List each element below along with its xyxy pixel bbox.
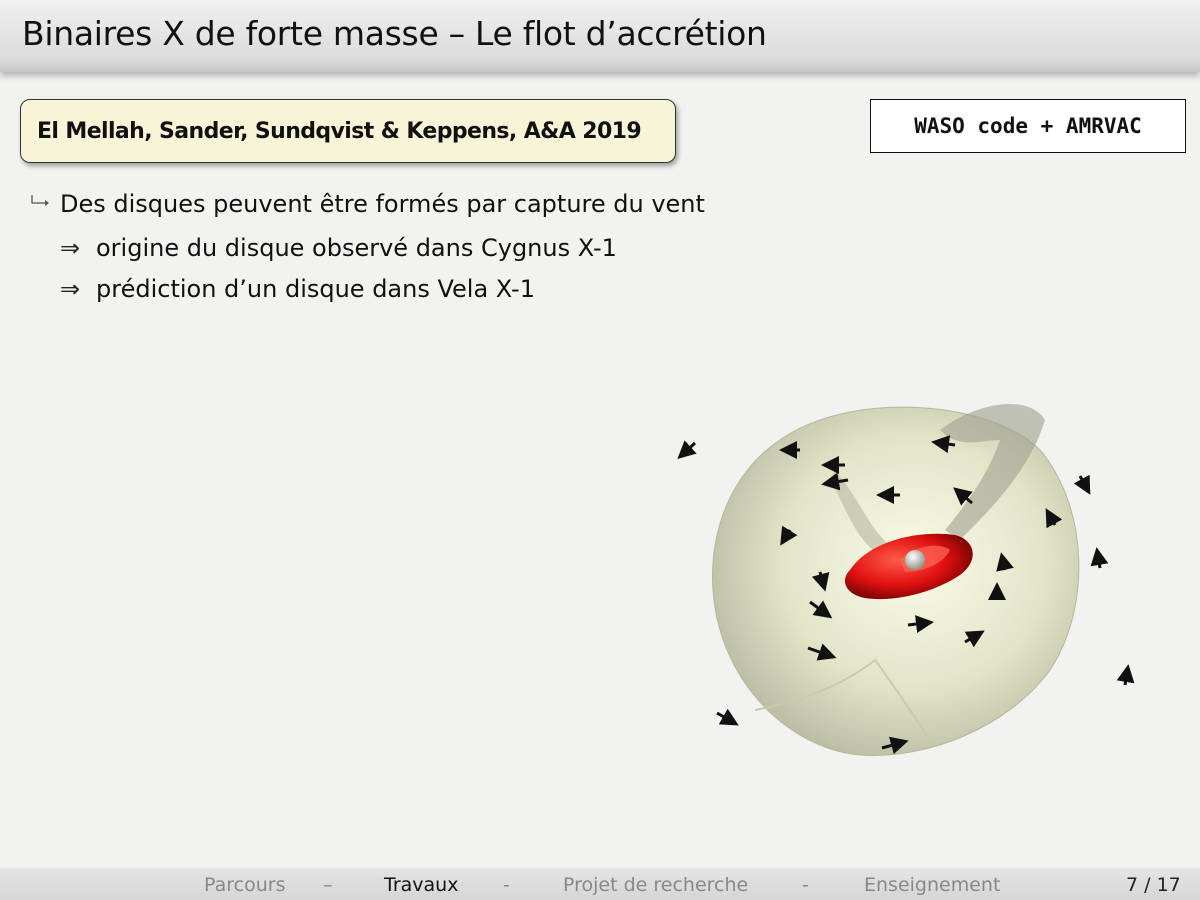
bullet-main-prefix: Des	[60, 190, 114, 218]
code-label-box: WASO code + AMRVAC	[870, 99, 1186, 153]
compact-object	[905, 550, 925, 570]
sub-bullet-1-text: origine du disque observé dans Cygnus X-…	[96, 234, 617, 262]
page-number: 7 / 17	[1126, 874, 1181, 896]
code-label: WASO code + AMRVAC	[914, 114, 1142, 138]
nav-parcours[interactable]: Parcours	[204, 874, 285, 896]
slide-title-bar: Binaires X de forte masse – Le flot d’ac…	[0, 0, 1200, 72]
reference-lead-author: El Mellah	[37, 118, 145, 144]
slide-title: Binaires X de forte masse – Le flot d’ac…	[22, 14, 767, 53]
bullet-main: Des disques peuvent être formés par capt…	[60, 190, 705, 218]
nav-travaux[interactable]: Travaux	[384, 874, 458, 896]
sub-bullet-2: ⇒ prédiction d’un disque dans Vela X-1	[60, 275, 535, 303]
sub-bullet-1: ⇒ origine du disque observé dans Cygnus X…	[60, 234, 617, 262]
nav-separator: –	[323, 874, 333, 896]
nav-enseignement[interactable]: Enseignement	[864, 874, 1000, 896]
sub-bullet-2-text: prédiction d’un disque dans Vela X-1	[96, 275, 535, 303]
accretion-flow-render	[677, 403, 1135, 756]
bullet-main-strong: disques peuvent être formés par capture …	[113, 190, 705, 218]
footer-nav: Parcours – Travaux - Projet de recherche…	[0, 868, 1200, 900]
hook-arrow-icon	[31, 195, 49, 206]
nav-separator: -	[802, 874, 809, 896]
implies-icon: ⇒	[60, 275, 81, 303]
implies-icon: ⇒	[60, 234, 81, 262]
nav-projet-de-recherche[interactable]: Projet de recherche	[563, 874, 748, 896]
reference-rest: , Sander, Sundqvist & Keppens, A&A 2019	[144, 118, 642, 144]
nav-separator: -	[503, 874, 510, 896]
reference-box: El Mellah, Sander, Sundqvist & Keppens, …	[20, 99, 676, 163]
